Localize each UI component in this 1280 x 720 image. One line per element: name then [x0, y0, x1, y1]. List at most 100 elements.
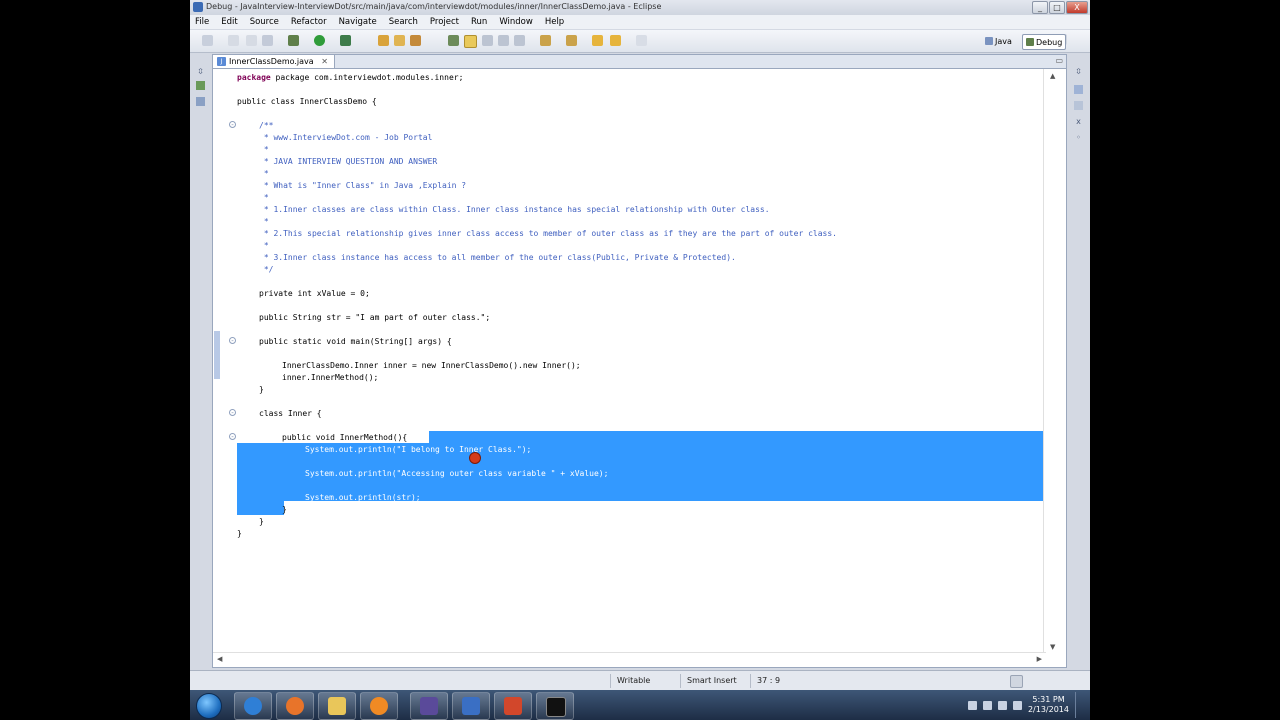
menu-refactor[interactable]: Refactor — [291, 17, 327, 27]
maximize-button[interactable]: □ — [1049, 1, 1065, 14]
block-selection-icon[interactable] — [498, 35, 509, 46]
eclipse-icon — [193, 2, 203, 12]
taskbar-media-player[interactable] — [360, 692, 398, 720]
code-line-str: public String str = "I am part of outer … — [259, 313, 491, 322]
app-red-icon — [504, 697, 522, 715]
code-editor[interactable]: - - - - package package com.interviewdot… — [212, 68, 1067, 668]
editor-tab-innerclassdemo[interactable]: J InnerClassDemo.java ✕ — [213, 55, 335, 68]
back-icon[interactable] — [592, 35, 603, 46]
main-toolbar — [190, 30, 1090, 53]
save-icon[interactable] — [228, 35, 239, 46]
editor-ruler: - - - - — [213, 69, 237, 654]
new-java-project-icon[interactable] — [378, 35, 389, 46]
save-all-icon[interactable] — [246, 35, 257, 46]
open-type-icon[interactable] — [410, 35, 421, 46]
fold-toggle-inner-class-icon[interactable]: - — [229, 409, 236, 417]
taskbar-firefox[interactable] — [276, 692, 314, 720]
restore-icon[interactable]: ⇳ — [196, 67, 205, 76]
debug-view-icon[interactable] — [196, 81, 205, 90]
code-line-comment: /** — [259, 121, 274, 130]
media-player-icon — [370, 697, 388, 715]
minimize-maximize-editor-icon[interactable]: ▭ — [1055, 56, 1063, 65]
previous-annotation-icon[interactable] — [566, 35, 577, 46]
show-whitespace-icon[interactable] — [482, 35, 493, 46]
outline-view-icon[interactable]: ◦ — [1074, 133, 1083, 142]
scroll-left-icon[interactable]: ◀ — [217, 655, 222, 663]
close-button[interactable]: X — [1066, 1, 1088, 14]
java-perspective-button[interactable]: Java — [982, 34, 1015, 48]
fold-toggle-main-icon[interactable]: - — [229, 337, 236, 345]
start-button-icon[interactable] — [196, 693, 222, 719]
menu-window[interactable]: Window — [499, 17, 533, 27]
show-desktop-button[interactable] — [1075, 692, 1084, 718]
scroll-right-icon[interactable]: ▶ — [1037, 655, 1042, 663]
pilcrow-icon[interactable] — [514, 35, 525, 46]
code-area[interactable]: package package com.interviewdot.modules… — [237, 69, 1045, 654]
new-package-icon[interactable] — [394, 35, 405, 46]
taskbar-eclipse[interactable] — [410, 692, 448, 720]
scroll-up-icon[interactable]: ▲ — [1050, 72, 1055, 80]
eclipse-app-icon — [420, 697, 438, 715]
code-line-xvalue: private int xValue = 0; — [259, 289, 370, 298]
print-icon[interactable] — [262, 35, 273, 46]
menu-source[interactable]: Source — [250, 17, 279, 27]
menu-help[interactable]: Help — [545, 17, 564, 27]
taskbar-explorer[interactable] — [318, 692, 356, 720]
code-line-main: public static void main(String[] args) { — [259, 337, 452, 346]
code-line-class-inner: class Inner { — [259, 409, 322, 418]
variables-view-icon[interactable] — [1074, 85, 1083, 94]
code-line-inner-new: InnerClassDemo.Inner inner = new InnerCl… — [282, 361, 581, 370]
clock-date: 2/13/2014 — [1027, 705, 1069, 714]
taskbar-app-red[interactable] — [494, 692, 532, 720]
code-line-println-3: System.out.println(str); — [305, 493, 421, 502]
menu-file[interactable]: File — [195, 17, 209, 27]
code-line-inner-call: inner.InnerMethod(); — [282, 373, 379, 382]
code-line-comment: * — [259, 193, 269, 202]
network-icon[interactable] — [997, 700, 1007, 710]
forward-icon[interactable] — [610, 35, 621, 46]
restore-right-icon[interactable]: ⇳ — [1074, 67, 1083, 76]
menu-search[interactable]: Search — [389, 17, 418, 27]
taskbar-recorder[interactable] — [452, 692, 490, 720]
code-line-close-main: } — [259, 385, 264, 394]
taskbar-internet-explorer[interactable] — [234, 692, 272, 720]
editor-tab-bar: J InnerClassDemo.java ✕ ▭ — [212, 54, 1067, 68]
debug-perspective-button[interactable]: Debug — [1022, 34, 1067, 50]
tray-up-arrow-icon[interactable] — [967, 700, 977, 710]
fold-toggle-comment-icon[interactable]: - — [229, 121, 236, 129]
external-tools-icon[interactable] — [340, 35, 351, 46]
menu-navigate[interactable]: Navigate — [339, 17, 377, 27]
minimize-button[interactable]: _ — [1032, 1, 1048, 14]
vertical-scrollbar[interactable]: ▲ ▼ — [1043, 69, 1066, 654]
status-insert-mode: Smart Insert — [680, 674, 749, 688]
code-line-close-class: } — [237, 529, 242, 538]
fold-toggle-inner-method-icon[interactable]: - — [229, 433, 236, 441]
new-icon[interactable] — [202, 35, 213, 46]
last-edit-icon[interactable] — [636, 35, 647, 46]
close-tab-icon[interactable]: ✕ — [321, 57, 328, 66]
action-center-icon[interactable] — [982, 700, 992, 710]
breakpoints-view-icon[interactable] — [1074, 101, 1083, 110]
toggle-highlight-icon[interactable] — [464, 35, 477, 48]
menu-edit[interactable]: Edit — [221, 17, 237, 27]
menu-project[interactable]: Project — [430, 17, 459, 27]
firefox-icon — [286, 697, 304, 715]
horizontal-scrollbar[interactable]: ◀ ▶ — [213, 652, 1046, 667]
clock[interactable]: 5:31 PM 2/13/2014 — [1028, 695, 1069, 715]
progress-view-icon[interactable] — [1010, 675, 1023, 688]
taskbar-command-prompt[interactable] — [536, 692, 574, 720]
next-annotation-icon[interactable] — [540, 35, 551, 46]
windows-taskbar: 5:31 PM 2/13/2014 — [190, 690, 1090, 720]
code-line-inner-method: public void InnerMethod(){ — [282, 433, 408, 442]
code-line-comment: * www.InterviewDot.com - Job Portal — [259, 133, 433, 142]
code-line-comment: * — [259, 169, 269, 178]
servers-view-icon[interactable] — [196, 97, 205, 106]
debug-icon[interactable] — [288, 35, 299, 46]
toggle-mark-icon[interactable] — [448, 35, 459, 46]
expressions-view-icon[interactable]: x — [1074, 117, 1083, 126]
recorder-icon — [462, 697, 480, 715]
run-icon[interactable] — [314, 35, 325, 46]
menu-run[interactable]: Run — [471, 17, 487, 27]
volume-icon[interactable] — [1012, 700, 1022, 710]
scroll-down-icon[interactable]: ▼ — [1050, 643, 1055, 651]
